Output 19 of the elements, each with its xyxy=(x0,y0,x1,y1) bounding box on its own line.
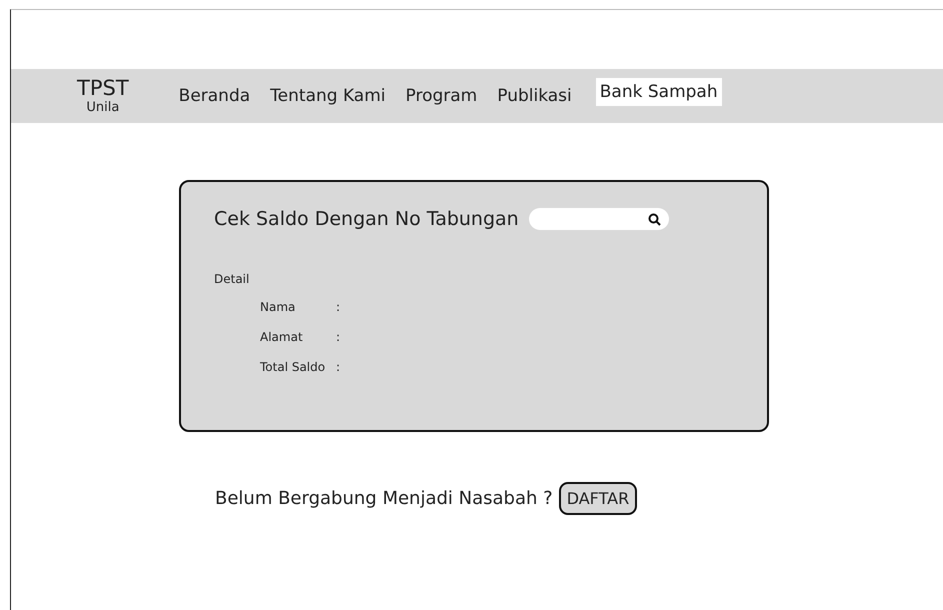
search-icon xyxy=(648,212,661,226)
nav-link[interactable]: Publikasi xyxy=(493,82,576,110)
section-label: Detail xyxy=(214,272,250,286)
nav-link[interactable]: Bank Sampah xyxy=(596,78,722,106)
signup-prompt: Belum Bergabung Menjadi Nasabah ? xyxy=(215,488,553,509)
field-separator: : xyxy=(336,330,340,344)
logo-title: TPST xyxy=(77,78,129,99)
field-label: Total Saldo xyxy=(260,360,326,374)
nav-link[interactable]: Program xyxy=(402,82,482,110)
field-separator: : xyxy=(336,360,340,374)
card-title: Cek Saldo Dengan No Tabungan xyxy=(214,208,519,230)
register-button[interactable]: DAFTAR xyxy=(558,482,638,515)
field-label: Nama xyxy=(260,300,296,314)
nav-link[interactable]: Beranda xyxy=(174,82,254,110)
logo-subtitle: Unila xyxy=(86,101,120,114)
field-separator: : xyxy=(336,300,340,314)
nav-link[interactable]: Tentang Kami xyxy=(266,82,390,110)
search-field[interactable] xyxy=(528,208,669,230)
field-label: Alamat xyxy=(260,330,304,344)
